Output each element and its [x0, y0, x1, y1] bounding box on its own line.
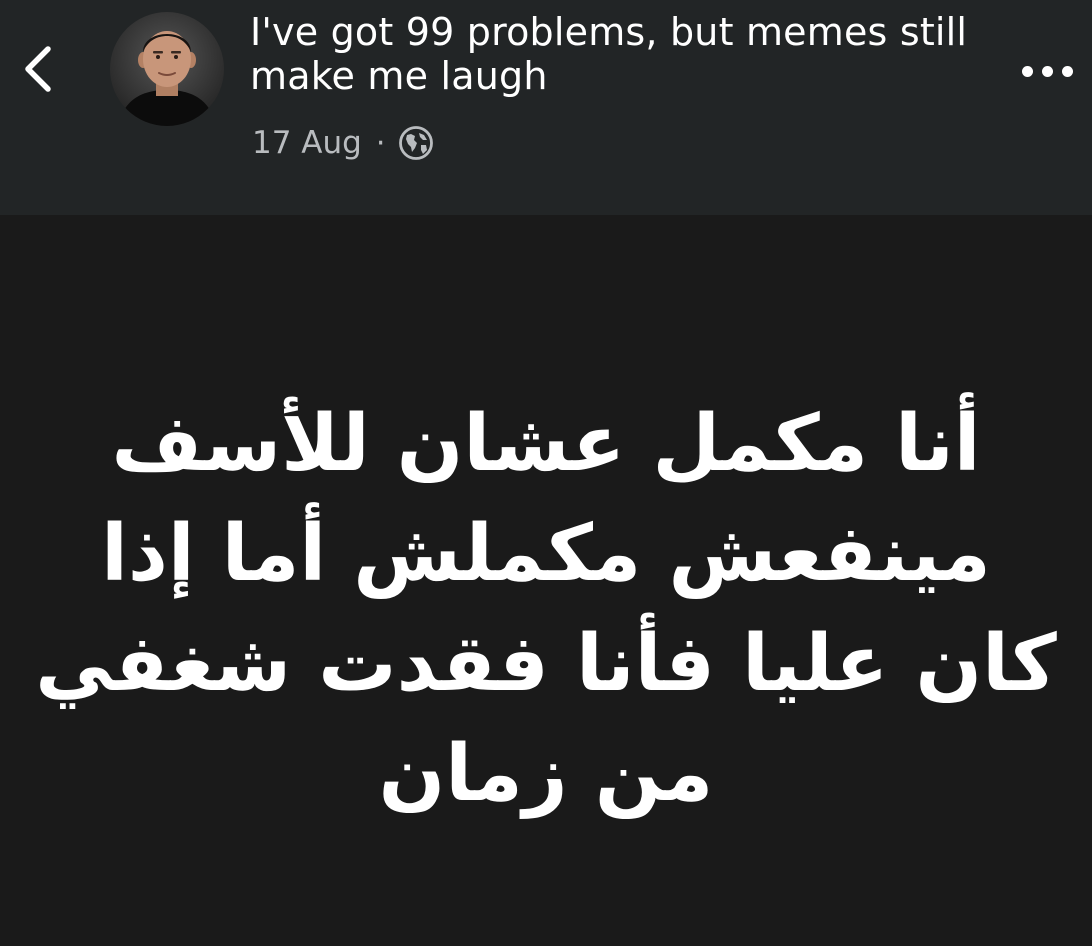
more-options-button[interactable] — [1012, 54, 1082, 88]
post-body: أنا مكمل عشان للأسف مينفعش مكملش أما إذا… — [0, 215, 1092, 946]
post-title[interactable]: I've got 99 problems, but memes still ma… — [250, 10, 990, 98]
back-button[interactable] — [14, 36, 66, 100]
post-date[interactable]: 17 Aug — [252, 125, 362, 161]
post-header: I've got 99 problems, but memes still ma… — [0, 0, 1092, 215]
globe-icon — [399, 126, 434, 160]
post-meta: 17 Aug · — [252, 121, 434, 165]
avatar[interactable] — [110, 12, 224, 126]
meta-separator: · — [375, 125, 386, 161]
post-text: أنا مكمل عشان للأسف مينفعش مكملش أما إذا… — [35, 399, 1057, 819]
chevron-left-icon — [25, 46, 51, 92]
more-horizontal-icon — [1021, 65, 1033, 77]
